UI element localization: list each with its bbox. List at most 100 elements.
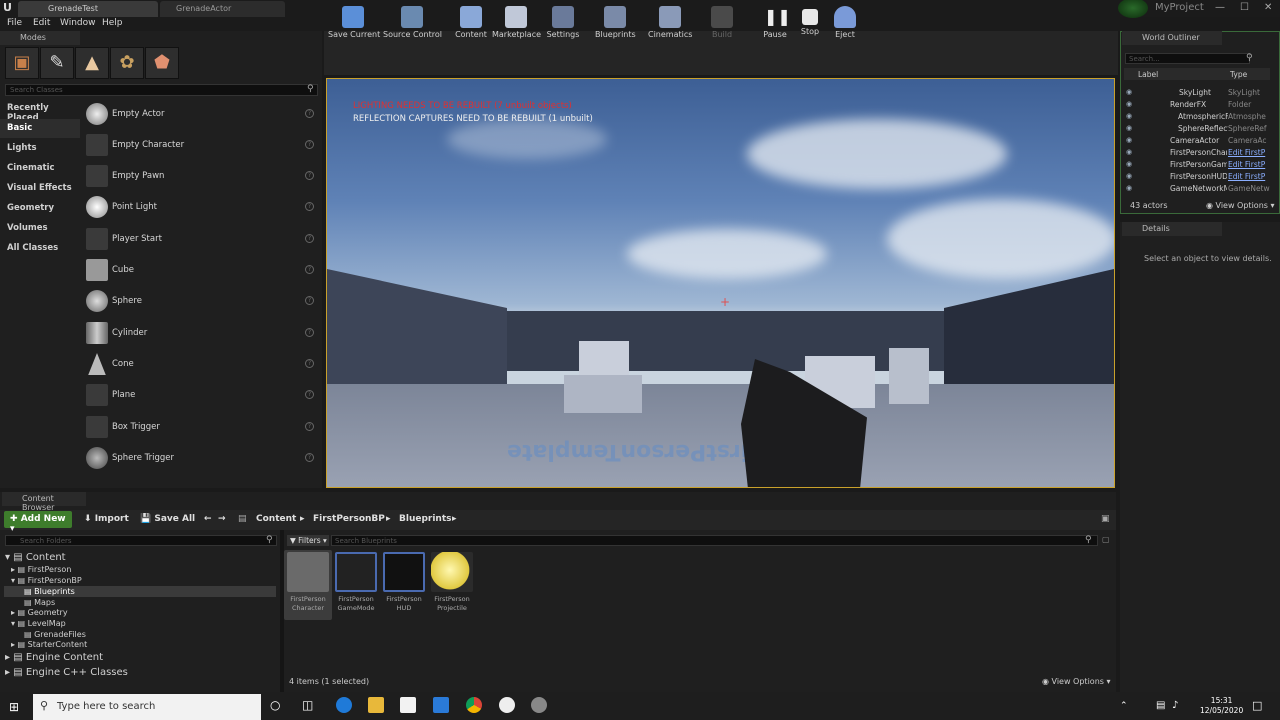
- category-visual-effects[interactable]: Visual Effects: [0, 179, 80, 198]
- eject-button[interactable]: Eject: [832, 3, 858, 43]
- outliner-row[interactable]: ◉ FirstPersonHUD Edit FirstP: [1124, 171, 1270, 183]
- source-control-button[interactable]: Source Control: [383, 3, 442, 43]
- content-button[interactable]: Content: [453, 3, 489, 43]
- landscape-mode-icon[interactable]: ▲: [75, 47, 109, 79]
- edit-blueprint-link[interactable]: Edit FirstP: [1228, 160, 1270, 169]
- category-basic[interactable]: Basic: [0, 119, 80, 138]
- eye-icon[interactable]: ◉: [1126, 172, 1132, 180]
- actor-plane[interactable]: Plane?: [84, 382, 318, 410]
- menu-file[interactable]: File: [7, 18, 22, 28]
- outliner-row[interactable]: ◉ AtmosphericFogAtmosphe: [1124, 111, 1270, 123]
- folder-content[interactable]: ▾ ▤ Content: [5, 552, 66, 563]
- eye-icon[interactable]: ◉: [1126, 100, 1132, 108]
- folder-firstperson[interactable]: ▸ ▤ FirstPerson: [11, 565, 71, 574]
- help-icon[interactable]: ?: [305, 422, 314, 431]
- breadcrumb-blueprints[interactable]: Blueprints: [399, 514, 452, 524]
- asset-tile[interactable]: FirstPerson Character: [286, 552, 330, 613]
- minimize-button[interactable]: —: [1215, 2, 1225, 13]
- help-icon[interactable]: ?: [305, 328, 314, 337]
- menu-help[interactable]: Help: [102, 18, 123, 28]
- actor-sphere-trigger[interactable]: Sphere Trigger?: [84, 445, 318, 473]
- folder-engine-cpp-classes[interactable]: ▸ ▤ Engine C++ Classes: [5, 667, 128, 678]
- help-icon[interactable]: ?: [305, 109, 314, 118]
- eye-icon[interactable]: ◉: [1126, 88, 1132, 96]
- folder-blueprints[interactable]: ▤ Blueprints: [24, 587, 75, 596]
- help-icon[interactable]: ?: [305, 171, 314, 180]
- notifications-icon[interactable]: □: [1252, 699, 1262, 712]
- breadcrumb-firstpersonbp[interactable]: FirstPersonBP: [313, 514, 385, 524]
- edit-blueprint-link[interactable]: Edit FirstP: [1228, 148, 1270, 157]
- content-browser-tab[interactable]: Content Browser: [2, 492, 86, 512]
- actor-cube[interactable]: Cube?: [84, 257, 318, 285]
- outliner-row[interactable]: ◉ SkyLight SkyLight: [1124, 87, 1270, 99]
- eye-icon[interactable]: ◉: [1126, 160, 1132, 168]
- place-mode-icon[interactable]: ▣: [5, 47, 39, 79]
- category-recently-placed[interactable]: Recently Placed: [0, 99, 80, 123]
- asset-tile[interactable]: FirstPerson GameMode: [334, 552, 378, 613]
- taskbar-clock[interactable]: 15:31 12/05/2020: [1200, 696, 1243, 716]
- game-viewport[interactable]: FirstPersonTemplate: [326, 78, 1115, 488]
- eye-icon[interactable]: ◉: [1126, 148, 1132, 156]
- help-icon[interactable]: ?: [305, 202, 314, 211]
- help-icon[interactable]: ?: [305, 234, 314, 243]
- breadcrumb-content[interactable]: Content: [256, 514, 296, 524]
- actor-player-start[interactable]: Player Start?: [84, 226, 318, 254]
- stop-button[interactable]: Stop: [798, 3, 822, 43]
- cortana-icon[interactable]: ○: [270, 698, 280, 712]
- unreal-logo-icon[interactable]: U: [3, 1, 12, 14]
- help-icon[interactable]: ?: [305, 265, 314, 274]
- outliner-row[interactable]: ◉ GameNetworkManagerGameNetw: [1124, 183, 1270, 195]
- help-icon[interactable]: ?: [305, 359, 314, 368]
- close-button[interactable]: ✕: [1264, 2, 1272, 13]
- asset-tile[interactable]: FirstPerson Projectile: [430, 552, 474, 613]
- outliner-view-options-button[interactable]: ◉ View Options ▾: [1206, 201, 1275, 210]
- type-column-header[interactable]: Type: [1230, 70, 1247, 79]
- epic-launcher-icon[interactable]: [531, 697, 547, 713]
- eye-icon[interactable]: ◉: [1126, 184, 1132, 192]
- help-icon[interactable]: ?: [305, 453, 314, 462]
- eye-icon[interactable]: ◉: [1126, 112, 1132, 120]
- folder-engine-content[interactable]: ▸ ▤ Engine Content: [5, 652, 103, 663]
- tab-grenadetest[interactable]: GrenadeTest: [18, 1, 158, 17]
- paint-mode-icon[interactable]: ✎: [40, 47, 74, 79]
- settings-icon[interactable]: ▢: [1102, 535, 1110, 544]
- category-all-classes[interactable]: All Classes: [0, 239, 80, 258]
- actor-cone[interactable]: Cone?: [84, 351, 318, 379]
- network-icon[interactable]: ▤: [1156, 700, 1165, 711]
- menu-window[interactable]: Window: [60, 18, 96, 28]
- folder-firstpersonbp[interactable]: ▾ ▤ FirstPersonBP: [11, 576, 82, 585]
- maximize-button[interactable]: ☐: [1240, 2, 1249, 13]
- add-new-button[interactable]: ✚ Add New ▾: [4, 511, 72, 534]
- help-icon[interactable]: ?: [305, 140, 314, 149]
- taskbar-search-input[interactable]: Type here to search: [33, 694, 261, 720]
- search-blueprints-input[interactable]: Search Blueprints: [331, 535, 1098, 546]
- volume-icon[interactable]: ♪: [1172, 700, 1178, 711]
- folder-startercontent[interactable]: ▸ ▤ StarterContent: [11, 640, 87, 649]
- outliner-row[interactable]: ◉ SphereReflectionSphereRef: [1124, 123, 1270, 135]
- actor-sphere[interactable]: Sphere?: [84, 288, 318, 316]
- marketplace-button[interactable]: Marketplace: [492, 3, 541, 43]
- tab-grenadeactor[interactable]: GrenadeActor: [160, 1, 285, 17]
- pause-button[interactable]: ❚❚ Pause: [762, 3, 791, 43]
- eye-icon[interactable]: ◉: [1126, 124, 1132, 132]
- actor-box-trigger[interactable]: Box Trigger?: [84, 414, 318, 442]
- tray-chevron-icon[interactable]: ⌃: [1120, 701, 1128, 711]
- help-icon[interactable]: ?: [305, 296, 314, 305]
- settings-button[interactable]: Settings: [546, 3, 580, 43]
- windows-start-icon[interactable]: ⊞: [9, 700, 19, 714]
- back-arrow-icon[interactable]: ←: [204, 514, 212, 524]
- menu-edit[interactable]: Edit: [33, 18, 50, 28]
- edit-blueprint-link[interactable]: Edit FirstP: [1228, 172, 1270, 181]
- save-all-button[interactable]: 💾 Save All: [140, 514, 195, 524]
- actor-empty-pawn[interactable]: Empty Pawn?: [84, 163, 318, 191]
- actor-cylinder[interactable]: Cylinder?: [84, 320, 318, 348]
- outliner-row[interactable]: ◉ CameraActor CameraAc: [1124, 135, 1270, 147]
- eye-icon[interactable]: ◉: [1126, 136, 1132, 144]
- outliner-row[interactable]: ◉ FirstPersonCharacterEdit FirstP: [1124, 147, 1270, 159]
- world-outliner-tab[interactable]: World Outliner: [1122, 31, 1222, 45]
- category-lights[interactable]: Lights: [0, 139, 80, 158]
- outliner-search-input[interactable]: Search...: [1125, 53, 1250, 64]
- modes-tab[interactable]: Modes: [0, 31, 80, 45]
- task-view-icon[interactable]: ◫: [302, 698, 313, 712]
- folder-grenadefiles[interactable]: ▤ GrenadeFiles: [24, 630, 86, 639]
